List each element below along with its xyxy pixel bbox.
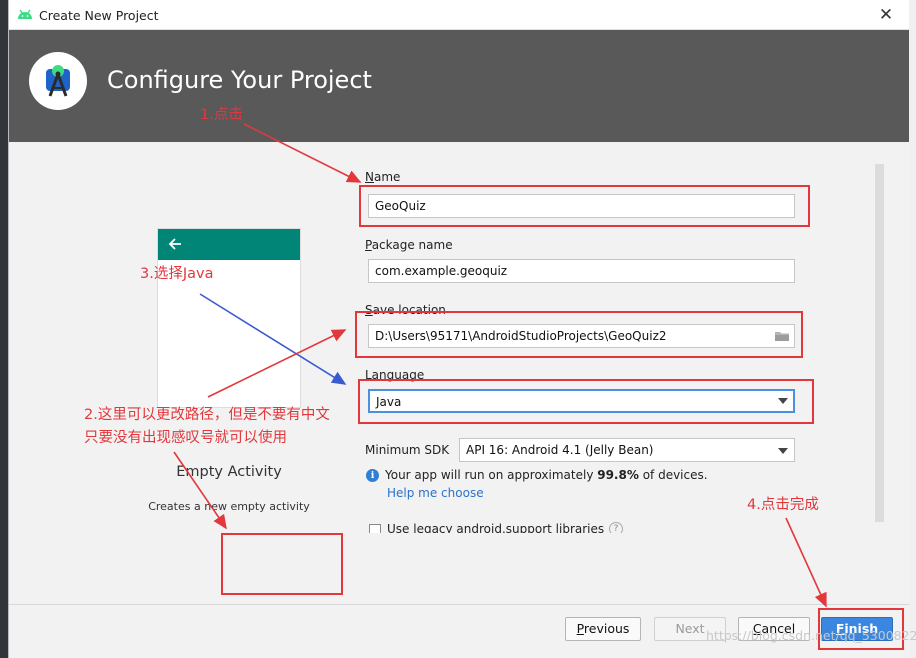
arrow-to-save-location (207, 329, 347, 398)
watermark: https://blog.csdn.net/qq_53008220 (706, 628, 916, 643)
arrow-to-finish (785, 517, 827, 608)
arrow-to-language (199, 293, 347, 385)
arrow-to-empty-box (173, 451, 227, 530)
arrow-to-name (243, 123, 362, 183)
annotation-arrows (173, 123, 827, 608)
annotation-step-2-line-2: 只要没有出现感叹号就可以使用 (84, 430, 287, 446)
annotation-step-1: 1.点击 (200, 107, 243, 123)
annotation-step-3: 3.选择Java (140, 266, 214, 282)
annotation-step-4: 4.点击完成 (747, 497, 819, 513)
annotation-step-2-line-1: 2.这里可以更改路径，但是不要有中文 (84, 407, 330, 423)
